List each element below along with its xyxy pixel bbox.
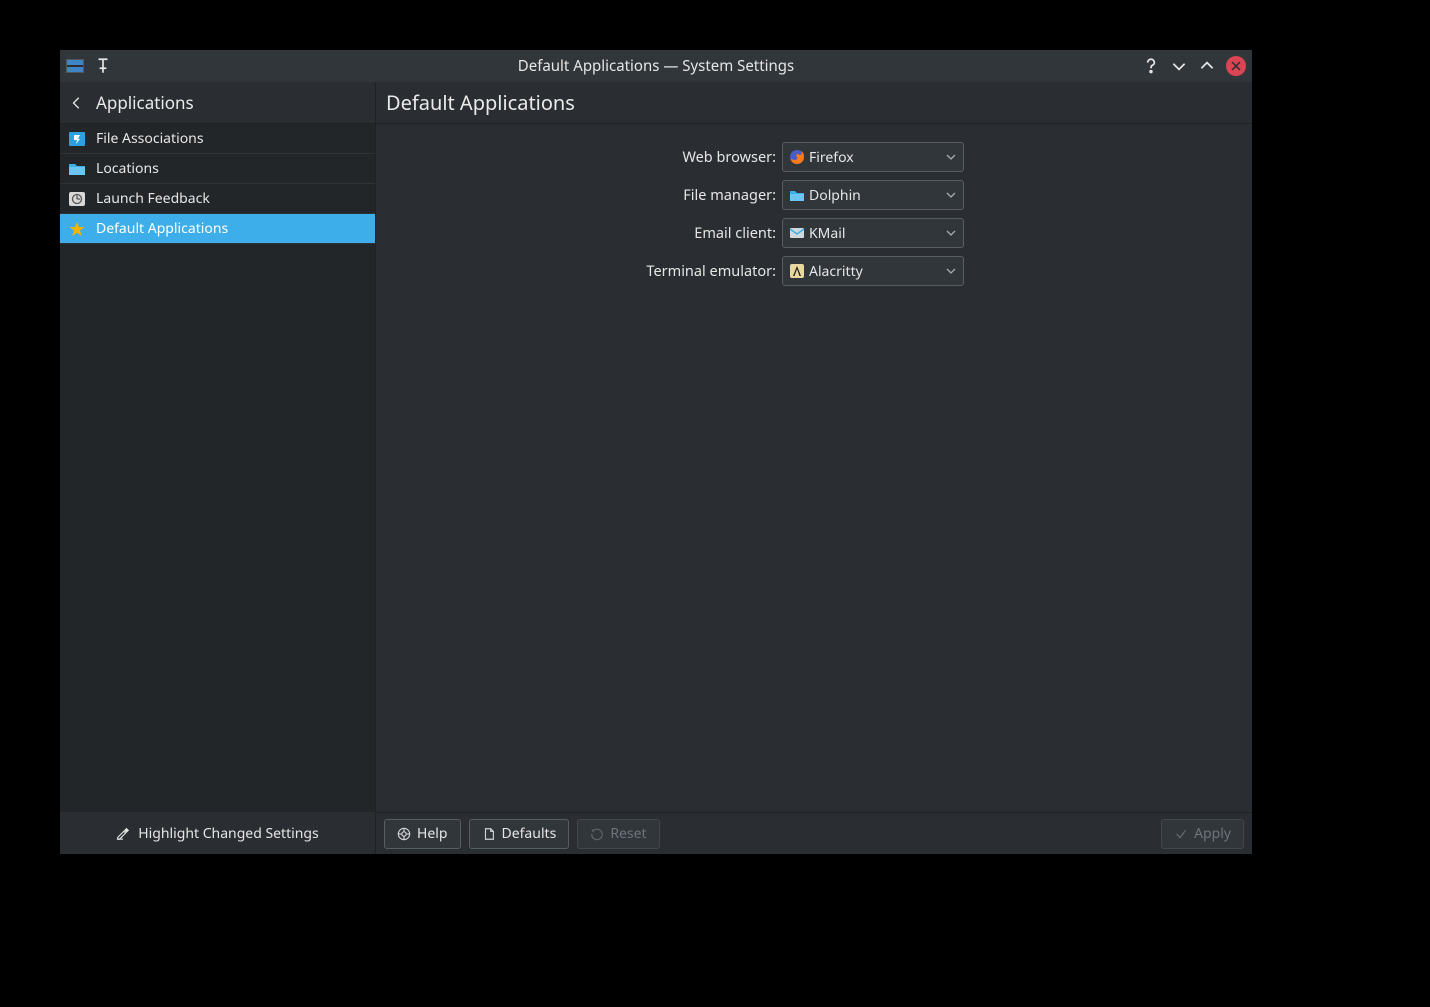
email-client-label: Email client: (376, 223, 782, 243)
combo-value: Alacritty (809, 262, 863, 281)
reset-label: Reset (610, 824, 646, 843)
minimize-icon[interactable] (1170, 57, 1188, 75)
page-title: Default Applications (376, 82, 1252, 124)
settings-form: Web browser: Firefox File manager: (376, 124, 1252, 812)
combo-value: Dolphin (809, 186, 861, 205)
web-browser-label: Web browser: (376, 147, 782, 167)
highlight-changed-settings-button[interactable]: Highlight Changed Settings (60, 812, 375, 854)
file-associations-icon (68, 131, 86, 147)
app-icon (66, 57, 84, 75)
apply-label: Apply (1194, 824, 1231, 843)
star-icon (68, 221, 86, 237)
file-manager-combo[interactable]: Dolphin (782, 180, 964, 210)
dolphin-icon (789, 187, 805, 203)
folder-icon (68, 161, 86, 177)
sidebar-item-default-applications[interactable]: Default Applications (60, 214, 375, 244)
defaults-button[interactable]: Defaults (469, 819, 570, 849)
defaults-label: Defaults (502, 824, 557, 843)
web-browser-combo[interactable]: Firefox (782, 142, 964, 172)
file-manager-label: File manager: (376, 185, 782, 205)
close-button[interactable] (1226, 56, 1246, 76)
terminal-emulator-combo[interactable]: Alacritty (782, 256, 964, 286)
titlebar: Default Applications — System Settings (60, 50, 1252, 82)
kmail-icon (789, 225, 805, 241)
alacritty-icon (789, 263, 805, 279)
footer-toolbar: Help Defaults Reset (376, 812, 1252, 854)
pin-icon[interactable] (94, 57, 112, 75)
main-panel: Default Applications Web browser: Firefo… (376, 82, 1252, 854)
sidebar-back-button[interactable]: Applications (60, 82, 375, 124)
maximize-icon[interactable] (1198, 57, 1216, 75)
sidebar-category-label: Applications (96, 91, 194, 114)
terminal-emulator-label: Terminal emulator: (376, 261, 782, 281)
apply-button: Apply (1161, 819, 1244, 849)
help-label: Help (417, 824, 448, 843)
firefox-icon (789, 149, 805, 165)
combo-value: KMail (809, 224, 845, 243)
sidebar-item-label: Default Applications (96, 219, 228, 238)
sidebar-item-label: Locations (96, 159, 159, 178)
sidebar-item-locations[interactable]: Locations (60, 154, 375, 184)
combo-value: Firefox (809, 148, 854, 167)
sidebar-item-launch-feedback[interactable]: Launch Feedback (60, 184, 375, 214)
sidebar-item-file-associations[interactable]: File Associations (60, 124, 375, 154)
feedback-icon (68, 191, 86, 207)
help-button[interactable]: Help (384, 819, 461, 849)
email-client-combo[interactable]: KMail (782, 218, 964, 248)
help-icon[interactable] (1142, 57, 1160, 75)
sidebar-item-label: Launch Feedback (96, 189, 210, 208)
settings-window: Default Applications — System Settings (60, 50, 1252, 854)
reset-button: Reset (577, 819, 659, 849)
window-title: Default Applications — System Settings (60, 56, 1252, 76)
highlight-changed-label: Highlight Changed Settings (138, 824, 318, 843)
sidebar: Applications File Associations Locations (60, 82, 376, 854)
sidebar-item-label: File Associations (96, 129, 204, 148)
